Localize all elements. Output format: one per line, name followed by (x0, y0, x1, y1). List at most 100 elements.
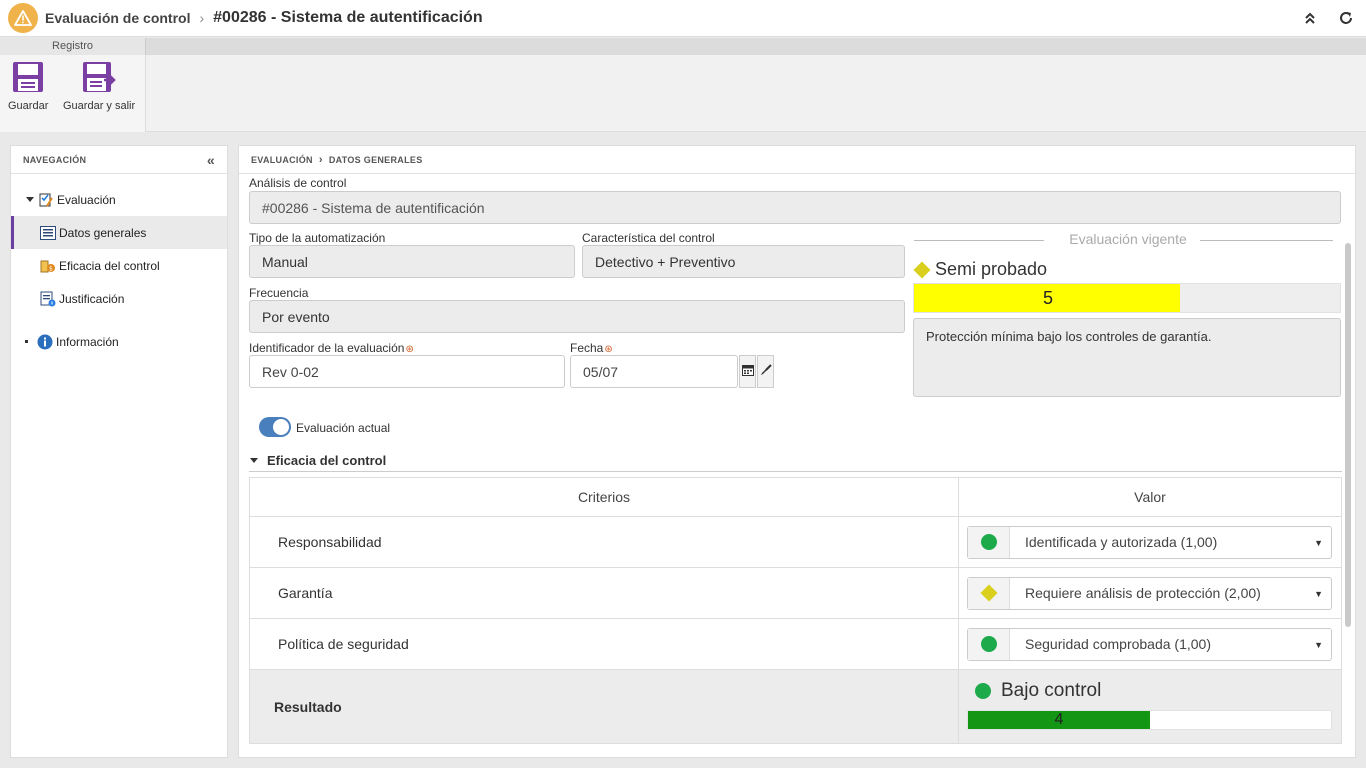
dropdown-arrow-icon: ▼ (1314, 639, 1323, 650)
nav-item-justificacion[interactable]: Justificación (11, 282, 227, 315)
nav-item-label: Información (56, 334, 119, 349)
resultado-label: Resultado (249, 669, 959, 744)
valor-cell: Requiere análisis de protección (2,00) ▼ (958, 567, 1342, 619)
yellow-diamond-icon (980, 584, 997, 602)
caret-down-icon[interactable] (26, 197, 34, 202)
toggle-knob (273, 419, 289, 435)
nav-item-label: Datos generales (59, 225, 147, 240)
green-dot-icon (975, 683, 991, 699)
chevron-right-icon: › (199, 10, 205, 26)
fecha-input[interactable]: 05/07 (570, 355, 738, 388)
caracteristica-label: Característica del control (582, 231, 715, 245)
caracteristica-field: Detectivo + Preventivo (582, 245, 905, 278)
nav-item-informacion[interactable]: Información (11, 325, 227, 358)
valor-select[interactable]: Requiere análisis de protección (2,00) ▼ (967, 576, 1332, 610)
select-value: Requiere análisis de protección (2,00) (1025, 585, 1261, 601)
identificador-label: Identificador de la evaluación⊛ (249, 341, 414, 355)
dropdown-arrow-icon: ▼ (1314, 588, 1323, 599)
page-title: #00286 - Sistema de autentificación (213, 9, 483, 26)
nav-item-label: Evaluación (57, 192, 116, 207)
criterios-table: Criterios Valor Responsabilidad Identifi… (249, 477, 1342, 744)
ribbon-tab-row (0, 38, 1366, 55)
ribbon-toolbar: Registro Guardar Guardar y salir (0, 38, 1366, 132)
save-exit-button[interactable]: Guardar y salir (63, 61, 135, 112)
evaluacion-vigente-title: Evaluación vigente (1069, 231, 1187, 247)
resultado-score-bar: 4 (967, 710, 1332, 730)
col-criterios: Criterios (249, 477, 959, 517)
save-button[interactable]: Guardar (8, 61, 48, 112)
evaluacion-vigente-status: Semi probado (913, 259, 1047, 280)
save-icon (12, 61, 44, 96)
nav-header-label: NAVEGACIÓN (23, 154, 87, 165)
evaluacion-vigente-score-bar: 5 (913, 283, 1341, 313)
table-header-row: Criterios Valor (249, 477, 1342, 517)
warning-logo-icon (8, 3, 38, 33)
criterio-cell: Responsabilidad (249, 516, 959, 568)
analisis-label: Análisis de control (249, 176, 347, 190)
nav-item-datos-generales[interactable]: Datos generales (11, 216, 227, 249)
calendar-button[interactable] (739, 355, 756, 388)
tipo-label: Tipo de la automatización (249, 231, 386, 245)
nav-item-label: Eficacia del control (59, 258, 160, 273)
table-row: Garantía Requiere análisis de protección… (249, 567, 1342, 619)
nav-header: NAVEGACIÓN « (11, 146, 227, 174)
result-row: Resultado Bajo control 4 (249, 669, 1342, 744)
criterio-cell: Garantía (249, 567, 959, 619)
ribbon-tab-registro[interactable]: Registro (0, 38, 146, 55)
identificador-label-text: Identificador de la evaluación (249, 341, 405, 355)
score-value: 5 (1042, 288, 1053, 308)
valor-select[interactable]: Seguridad comprobada (1,00) ▼ (967, 627, 1332, 661)
collapse-up-icon[interactable] (1300, 8, 1320, 28)
calendar-icon (741, 364, 754, 379)
module-breadcrumb[interactable]: Evaluación de control (45, 10, 190, 26)
resultado-status: Bajo control (975, 680, 1101, 702)
indicator-box (968, 577, 1010, 609)
main-panel: EVALUACIÓN › DATOS GENERALES Análisis de… (238, 145, 1356, 758)
valor-cell: Identificada y autorizada (1,00) ▼ (958, 516, 1342, 568)
breadcrumb: EVALUACIÓN › DATOS GENERALES (239, 146, 1355, 174)
save-exit-button-label: Guardar y salir (63, 100, 136, 112)
toggle-label: Evaluación actual (296, 421, 391, 435)
yellow-diamond-icon (913, 261, 931, 278)
resultado-score: 4 (1054, 711, 1064, 728)
required-icon: ⊛ (405, 344, 414, 355)
caret-down-icon (250, 458, 258, 463)
resultado-status-text: Bajo control (1001, 680, 1102, 701)
table-row: Política de seguridad Seguridad comproba… (249, 618, 1342, 670)
resultado-cell: Bajo control 4 (958, 669, 1342, 744)
nav-item-label: Justificación (59, 291, 125, 306)
svg-text:$: $ (49, 265, 53, 272)
identificador-input[interactable]: Rev 0-02 (249, 355, 565, 388)
eficacia-section-header[interactable]: Eficacia del control (249, 450, 1342, 472)
frecuencia-field: Por evento (249, 300, 905, 333)
breadcrumb-item-evaluacion[interactable]: EVALUACIÓN (251, 155, 313, 165)
effectiveness-icon: $ (40, 258, 56, 274)
clear-date-button[interactable] (757, 355, 774, 388)
valor-cell: Seguridad comprobada (1,00) ▼ (958, 618, 1342, 670)
indicator-box (968, 526, 1010, 558)
section-title: Eficacia del control (267, 453, 387, 468)
double-chevron-left-icon[interactable]: « (207, 152, 215, 168)
save-exit-icon (82, 61, 116, 96)
valor-select[interactable]: Identificada y autorizada (1,00) ▼ (967, 525, 1332, 559)
justification-icon (40, 291, 56, 307)
evaluacion-actual-toggle[interactable] (259, 417, 291, 437)
evaluacion-vigente-description: Protección mínima bajo los controles de … (913, 318, 1341, 397)
bullet-icon (25, 340, 28, 343)
info-icon (37, 334, 53, 350)
table-row: Responsabilidad Identificada y autorizad… (249, 516, 1342, 568)
ribbon-group-registro: Guardar Guardar y salir (0, 55, 146, 132)
vertical-scrollbar[interactable] (1345, 243, 1351, 627)
nav-item-eficacia[interactable]: $ Eficacia del control (11, 249, 227, 282)
list-icon (40, 225, 56, 241)
analisis-field: #00286 - Sistema de autentificación (249, 191, 1341, 224)
eraser-brush-icon (760, 364, 772, 379)
refresh-icon[interactable] (1336, 8, 1356, 28)
green-dot-icon (980, 636, 997, 652)
green-dot-icon (980, 534, 997, 550)
select-value: Identificada y autorizada (1,00) (1025, 534, 1218, 550)
status-text: Semi probado (935, 259, 1048, 279)
required-icon: ⊛ (604, 344, 613, 355)
save-button-label: Guardar (8, 100, 49, 112)
nav-item-evaluacion[interactable]: Evaluación (11, 183, 227, 216)
